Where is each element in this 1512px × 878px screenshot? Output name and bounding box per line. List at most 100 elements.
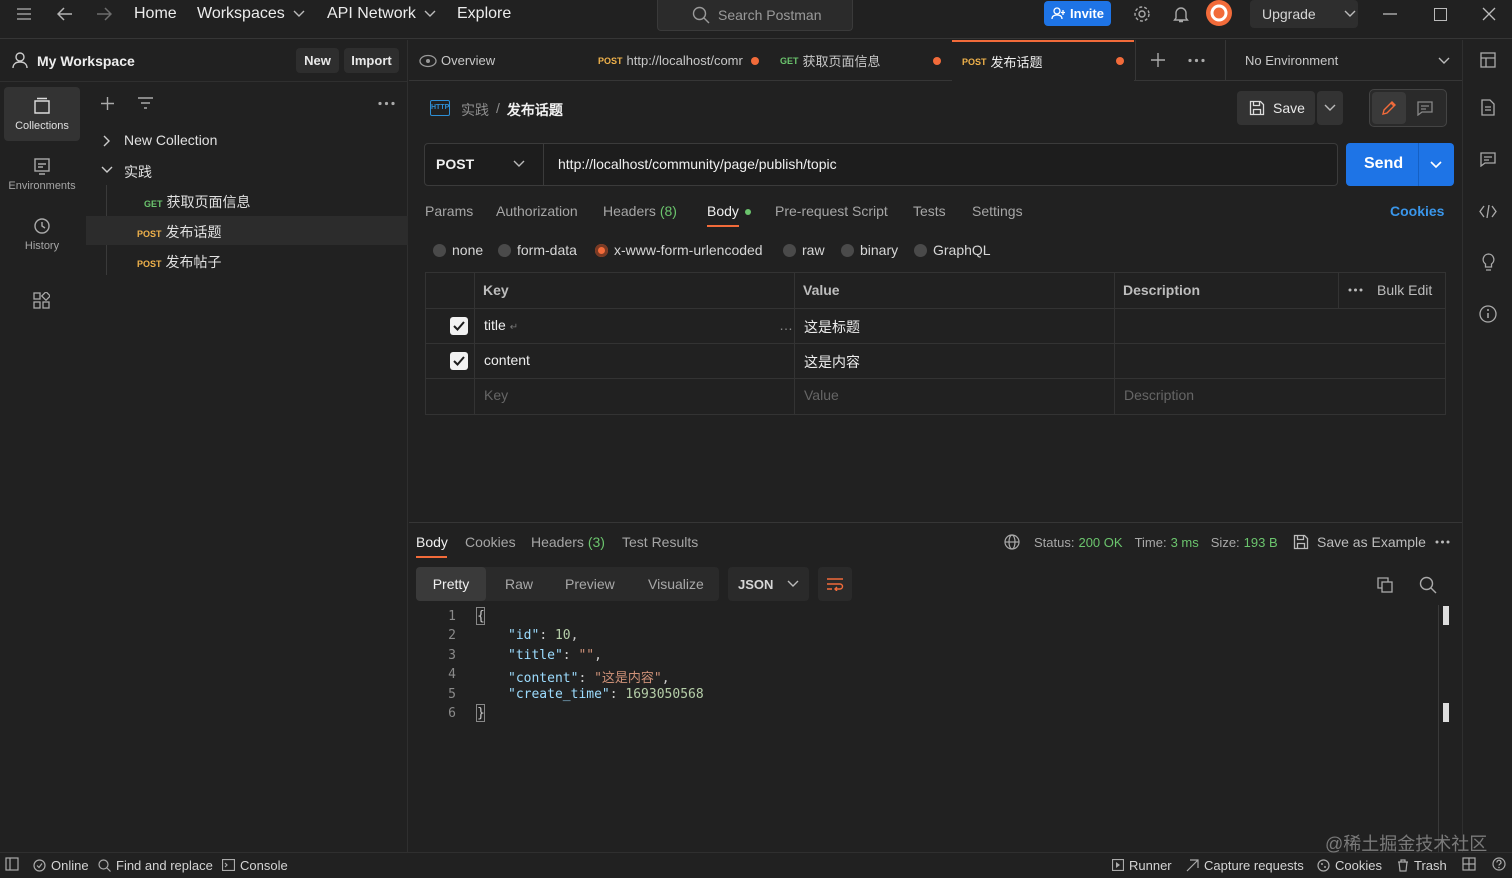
- copy-icon[interactable]: [1377, 577, 1393, 593]
- wrap-lines-button[interactable]: [818, 567, 852, 601]
- edit-mode-button[interactable]: [1372, 92, 1406, 124]
- scrollbar-marker[interactable]: [1443, 606, 1449, 625]
- status-find-replace[interactable]: Find and replace: [98, 852, 213, 878]
- view-raw[interactable]: Raw: [505, 576, 533, 592]
- chevron-down-icon[interactable]: [1430, 161, 1442, 169]
- resp-tab-headers[interactable]: Headers (3): [531, 534, 605, 550]
- view-visualize[interactable]: Visualize: [648, 576, 704, 592]
- row-value[interactable]: 这是标题: [804, 317, 860, 337]
- code-line[interactable]: "id": 10,: [508, 628, 578, 643]
- format-select[interactable]: JSON: [728, 567, 809, 601]
- code-line[interactable]: "title": "",: [508, 648, 602, 663]
- code-icon[interactable]: [1479, 205, 1497, 218]
- avatar[interactable]: [1206, 0, 1232, 26]
- tab-request-1[interactable]: POST http://localhost/comr: [588, 40, 768, 81]
- code-line[interactable]: "content": "这是内容",: [508, 667, 670, 686]
- method-select[interactable]: POST: [436, 156, 474, 172]
- tab-overview[interactable]: Overview: [409, 40, 585, 81]
- url-input[interactable]: http://localhost/community/page/publish/…: [558, 156, 837, 172]
- close-icon[interactable]: [1479, 4, 1499, 24]
- radio-urlencoded[interactable]: x-www-form-urlencoded: [595, 242, 763, 258]
- tab-request-3-active[interactable]: POST 发布话题: [952, 40, 1134, 81]
- tree-request-get-page[interactable]: GET 获取页面信息: [144, 192, 251, 212]
- tab-headers[interactable]: Headers (8): [603, 203, 677, 219]
- tab-settings[interactable]: Settings: [972, 203, 1023, 219]
- forward-arrow-icon[interactable]: [94, 4, 114, 24]
- time-value[interactable]: 3 ms: [1171, 535, 1199, 550]
- nav-workspaces[interactable]: Workspaces: [197, 0, 305, 28]
- collection-practice[interactable]: 实践: [124, 162, 152, 182]
- status-runner[interactable]: Runner: [1112, 852, 1172, 878]
- chevron-down-icon[interactable]: [1438, 57, 1450, 65]
- rail-history[interactable]: History: [4, 207, 80, 261]
- row-key-more-icon[interactable]: …: [779, 317, 793, 333]
- cookies-link[interactable]: Cookies: [1390, 203, 1444, 219]
- new-key-input[interactable]: Key: [484, 387, 508, 403]
- status-cookies[interactable]: Cookies: [1317, 852, 1382, 878]
- save-dropdown-button[interactable]: [1317, 91, 1343, 125]
- minimize-icon[interactable]: [1380, 4, 1400, 24]
- globe-icon[interactable]: [1004, 534, 1020, 550]
- table-more-icon[interactable]: [1348, 288, 1363, 292]
- lightbulb-icon[interactable]: [1481, 253, 1496, 272]
- tree-request-publish-post[interactable]: POST 发布帖子: [137, 252, 222, 272]
- tab-more-icon[interactable]: [1188, 58, 1205, 63]
- apps-grid-icon[interactable]: [33, 292, 50, 309]
- radio-form-data[interactable]: form-data: [498, 242, 577, 258]
- search-icon[interactable]: [1419, 576, 1437, 594]
- save-button[interactable]: Save: [1237, 91, 1315, 125]
- maximize-icon[interactable]: [1430, 4, 1450, 24]
- collection-new[interactable]: New Collection: [124, 132, 217, 148]
- tree-request-publish-topic[interactable]: POST 发布话题: [137, 222, 222, 242]
- upgrade-button[interactable]: Upgrade: [1250, 0, 1358, 28]
- documentation-icon[interactable]: [1481, 99, 1495, 116]
- radio-binary[interactable]: binary: [841, 242, 898, 258]
- send-button[interactable]: Send: [1346, 143, 1454, 186]
- environment-select[interactable]: No Environment: [1245, 53, 1338, 68]
- chevron-right-icon[interactable]: [103, 135, 111, 147]
- two-pane-icon[interactable]: [1462, 857, 1476, 871]
- tab-body[interactable]: Body: [707, 203, 751, 219]
- rail-environments[interactable]: Environments: [4, 147, 80, 201]
- layout-panel-icon[interactable]: [1480, 52, 1496, 68]
- radio-none[interactable]: none: [433, 242, 483, 258]
- help-icon[interactable]: [1492, 857, 1506, 871]
- chevron-down-icon[interactable]: [101, 166, 113, 174]
- row-checkbox[interactable]: [450, 352, 468, 370]
- radio-raw[interactable]: raw: [783, 242, 825, 258]
- settings-gear-icon[interactable]: [1131, 3, 1153, 25]
- nav-explore[interactable]: Explore: [457, 0, 511, 28]
- status-trash[interactable]: Trash: [1397, 852, 1447, 878]
- menu-icon[interactable]: [14, 5, 34, 23]
- row-checkbox[interactable]: [450, 317, 468, 335]
- view-preview[interactable]: Preview: [565, 576, 615, 592]
- comments-icon[interactable]: [1480, 152, 1496, 167]
- new-button[interactable]: New: [296, 48, 339, 73]
- nav-home[interactable]: Home: [134, 0, 177, 28]
- more-options-icon[interactable]: [378, 101, 395, 106]
- size-value[interactable]: 193 B: [1244, 535, 1278, 550]
- response-more-icon[interactable]: [1435, 540, 1450, 544]
- search-box[interactable]: Search Postman: [657, 0, 853, 31]
- invite-button[interactable]: Invite: [1044, 1, 1111, 26]
- radio-graphql[interactable]: GraphQL: [914, 242, 991, 258]
- tab-tests[interactable]: Tests: [913, 203, 946, 219]
- row-key[interactable]: content: [484, 352, 530, 368]
- tab-authorization[interactable]: Authorization: [496, 203, 578, 219]
- status-capture[interactable]: Capture requests: [1186, 852, 1304, 878]
- save-example-button[interactable]: Save as Example: [1293, 534, 1426, 550]
- resp-tab-tests[interactable]: Test Results: [622, 534, 698, 550]
- tab-request-2[interactable]: GET 获取页面信息: [770, 40, 950, 81]
- bulk-edit-link[interactable]: Bulk Edit: [1377, 282, 1432, 298]
- resp-tab-body[interactable]: Body: [416, 534, 448, 550]
- code-line[interactable]: "create_time": 1693050568: [508, 687, 704, 702]
- add-collection-icon[interactable]: [100, 96, 115, 111]
- scrollbar-marker[interactable]: [1443, 703, 1449, 722]
- status-value[interactable]: 200 OK: [1078, 535, 1122, 550]
- new-value-input[interactable]: Value: [804, 387, 839, 403]
- import-button[interactable]: Import: [344, 48, 399, 73]
- status-online[interactable]: Online: [33, 852, 89, 878]
- new-description-input[interactable]: Description: [1124, 387, 1194, 403]
- status-console[interactable]: Console: [222, 852, 288, 878]
- new-tab-plus-icon[interactable]: [1151, 53, 1165, 67]
